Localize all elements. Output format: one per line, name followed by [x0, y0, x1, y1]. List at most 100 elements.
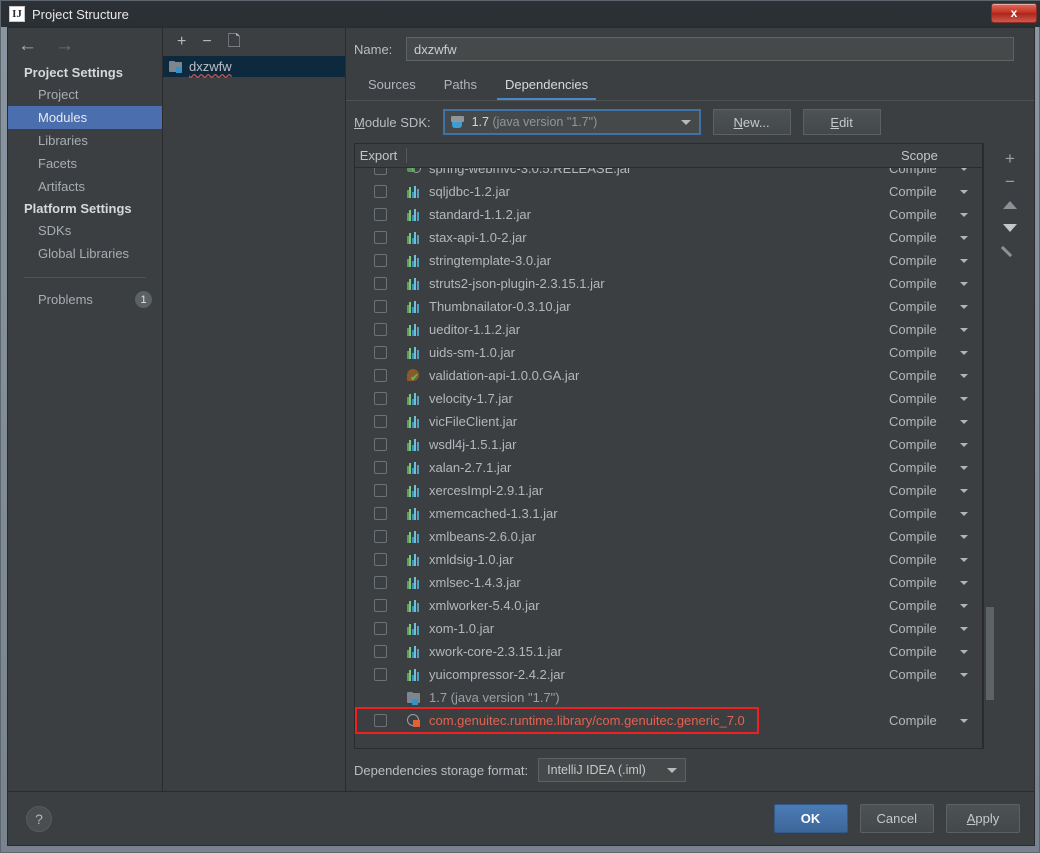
tab-sources[interactable]: Sources — [354, 73, 430, 100]
scope-select[interactable]: Compile — [889, 644, 982, 659]
scope-select[interactable]: Compile — [889, 598, 982, 613]
table-row[interactable]: struts2-json-plugin-2.3.15.1.jar Compile — [355, 272, 982, 295]
copy-icon[interactable]: 🗋 — [228, 34, 241, 50]
export-checkbox[interactable] — [374, 553, 387, 566]
arrow-left-icon[interactable]: ← — [18, 36, 37, 55]
scope-select[interactable]: Compile — [889, 483, 982, 498]
scope-select[interactable]: Compile — [889, 368, 982, 383]
scope-select[interactable]: Compile — [889, 529, 982, 544]
table-row[interactable]: xmlbeans-2.6.0.jar Compile — [355, 525, 982, 548]
export-checkbox[interactable] — [374, 622, 387, 635]
export-checkbox[interactable] — [374, 415, 387, 428]
export-checkbox[interactable] — [374, 392, 387, 405]
edit-sdk-button[interactable]: Edit — [802, 109, 881, 135]
add-module-icon[interactable]: + — [177, 34, 186, 50]
table-row[interactable]: stringtemplate-3.0.jar Compile — [355, 249, 982, 272]
list-item[interactable]: dxzwfw — [163, 56, 345, 77]
scope-select[interactable]: Compile — [889, 414, 982, 429]
scope-select[interactable]: Compile — [889, 667, 982, 682]
table-row[interactable]: ✔ validation-api-1.0.0.GA.jar Compile — [355, 364, 982, 387]
tab-paths[interactable]: Paths — [430, 73, 491, 100]
tab-dependencies[interactable]: Dependencies — [491, 73, 602, 100]
sidebar-item-libraries[interactable]: Libraries — [8, 129, 162, 152]
storage-format-select[interactable]: IntelliJ IDEA (.iml) — [538, 758, 687, 782]
scrollbar-thumb[interactable] — [986, 607, 994, 700]
scope-select[interactable]: Compile — [889, 168, 982, 176]
export-checkbox[interactable] — [374, 346, 387, 359]
export-checkbox[interactable] — [374, 231, 387, 244]
table-body[interactable]: spring-webmvc-3.0.5.RELEASE.jar Compile sq… — [355, 168, 982, 748]
sidebar-item-sdks[interactable]: SDKs — [8, 219, 162, 242]
export-checkbox[interactable] — [374, 438, 387, 451]
remove-module-icon[interactable]: − — [202, 34, 211, 50]
modules-list[interactable]: dxzwfw — [163, 56, 345, 791]
vertical-scrollbar[interactable] — [983, 143, 994, 749]
scope-select[interactable]: Compile — [889, 184, 982, 199]
close-icon[interactable]: x — [991, 3, 1037, 23]
help-button[interactable]: ? — [26, 805, 52, 832]
scope-select[interactable]: Compile — [889, 299, 982, 314]
ok-button[interactable]: OK — [773, 804, 848, 833]
move-down-button[interactable] — [997, 216, 1023, 239]
table-row[interactable]: xalan-2.7.1.jar Compile — [355, 456, 982, 479]
move-up-button[interactable] — [997, 193, 1023, 216]
scope-select[interactable]: Compile — [889, 253, 982, 268]
table-row[interactable]: velocity-1.7.jar Compile — [355, 387, 982, 410]
export-checkbox[interactable] — [374, 484, 387, 497]
sidebar-item-artifacts[interactable]: Artifacts — [8, 175, 162, 198]
table-row[interactable]: xmlworker-5.4.0.jar Compile — [355, 594, 982, 617]
scope-select[interactable]: Compile — [889, 713, 982, 728]
new-sdk-button[interactable]: New... — [712, 109, 791, 135]
scope-select[interactable]: Compile — [889, 552, 982, 567]
table-row[interactable]: Thumbnailator-0.3.10.jar Compile — [355, 295, 982, 318]
remove-dependency-button[interactable]: − — [997, 170, 1023, 193]
table-row[interactable]: spring-webmvc-3.0.5.RELEASE.jar Compile — [355, 168, 982, 180]
scope-select[interactable]: Compile — [889, 506, 982, 521]
export-checkbox[interactable] — [374, 599, 387, 612]
apply-button[interactable]: Apply — [946, 804, 1020, 833]
cancel-button[interactable]: Cancel — [859, 804, 934, 833]
scope-select[interactable]: Compile — [889, 276, 982, 291]
scope-select[interactable]: Compile — [889, 575, 982, 590]
table-row[interactable]: xercesImpl-2.9.1.jar Compile — [355, 479, 982, 502]
scope-select[interactable]: Compile — [889, 207, 982, 222]
sidebar-item-modules[interactable]: Modules — [8, 106, 162, 129]
table-row[interactable]: sqljdbc-1.2.jar Compile — [355, 180, 982, 203]
table-row[interactable]: xom-1.0.jar Compile — [355, 617, 982, 640]
table-row[interactable]: stax-api-1.0-2.jar Compile — [355, 226, 982, 249]
export-checkbox[interactable] — [374, 530, 387, 543]
scope-select[interactable]: Compile — [889, 322, 982, 337]
scope-select[interactable]: Compile — [889, 621, 982, 636]
sidebar-item-global-libraries[interactable]: Global Libraries — [8, 242, 162, 265]
edit-dependency-button[interactable] — [997, 239, 1023, 262]
table-row[interactable]: vicFileClient.jar Compile — [355, 410, 982, 433]
scope-select[interactable]: Compile — [889, 437, 982, 452]
add-dependency-button[interactable]: + — [997, 147, 1023, 170]
export-checkbox[interactable] — [374, 369, 387, 382]
table-row[interactable]: uids-sm-1.0.jar Compile — [355, 341, 982, 364]
export-checkbox[interactable] — [374, 185, 387, 198]
name-input[interactable]: dxzwfw — [406, 37, 1014, 61]
table-row[interactable]: yuicompressor-2.4.2.jar Compile — [355, 663, 982, 686]
export-checkbox[interactable] — [374, 323, 387, 336]
sidebar-item-project[interactable]: Project — [8, 83, 162, 106]
export-checkbox[interactable] — [374, 461, 387, 474]
export-checkbox[interactable] — [374, 645, 387, 658]
table-row[interactable]: xmemcached-1.3.1.jar Compile — [355, 502, 982, 525]
sidebar-item-facets[interactable]: Facets — [8, 152, 162, 175]
scope-select[interactable]: Compile — [889, 460, 982, 475]
module-sdk-select[interactable]: 1.7 (java version "1.7") — [442, 109, 701, 135]
table-row[interactable]: xwork-core-2.3.15.1.jar Compile — [355, 640, 982, 663]
table-row[interactable]: standard-1.1.2.jar Compile — [355, 203, 982, 226]
export-checkbox[interactable] — [374, 168, 387, 175]
scope-select[interactable]: Compile — [889, 345, 982, 360]
export-checkbox[interactable] — [374, 714, 387, 727]
table-row[interactable]: com.genuitec.runtime.library/com.genuite… — [355, 709, 982, 732]
scope-select[interactable]: Compile — [889, 230, 982, 245]
table-row[interactable]: xmlsec-1.4.3.jar Compile — [355, 571, 982, 594]
export-checkbox[interactable] — [374, 300, 387, 313]
table-row[interactable]: 1.7 (java version "1.7") — [355, 686, 982, 709]
sidebar-item-problems[interactable]: Problems 1 — [8, 288, 162, 311]
export-checkbox[interactable] — [374, 668, 387, 681]
table-row[interactable]: wsdl4j-1.5.1.jar Compile — [355, 433, 982, 456]
